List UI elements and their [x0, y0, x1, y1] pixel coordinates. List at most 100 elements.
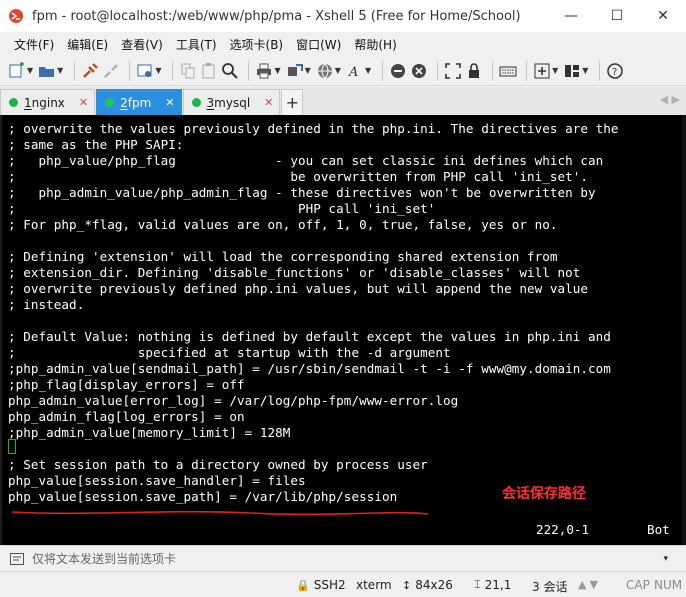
printer-icon	[257, 63, 272, 78]
terminal-type: xterm	[356, 578, 392, 592]
toolbar: ▼ ▼ ▼ ▼ ▼ ▼ A ▼ ▼ ▼ ?	[0, 56, 686, 86]
up-down-arrows-icon: ▲▼	[578, 578, 601, 591]
chevron-down-icon: ▼	[582, 66, 589, 75]
cursor-position: 222,0-1	[536, 522, 590, 537]
svg-text:A: A	[348, 65, 358, 80]
xftp-button[interactable]	[389, 60, 407, 82]
menu-bar: 文件(F) 编辑(E) 查看(V) 工具(T) 选项卡(B) 窗口(W) 帮助(…	[0, 32, 686, 56]
fullscreen-icon	[445, 62, 461, 79]
terminal-type-label: xterm	[356, 578, 392, 592]
scroll-state: Bot	[647, 522, 670, 537]
chevron-down-icon[interactable]: ▾	[663, 554, 668, 564]
svg-text:?: ?	[612, 67, 617, 78]
terminal-cursor	[8, 439, 16, 454]
terminal-line: ; same as the PHP SAPI:	[8, 137, 184, 152]
open-button[interactable]: ▼	[38, 60, 65, 82]
close-tab-icon[interactable]: ✕	[264, 96, 273, 109]
num-label: NUM	[654, 578, 683, 592]
toolbar-divider	[74, 60, 76, 81]
new-tab-button[interactable]: +	[281, 89, 304, 115]
close-window-button[interactable]: ✕	[640, 0, 686, 32]
disconnect-button[interactable]	[102, 60, 120, 82]
find-button[interactable]	[221, 60, 239, 82]
terminal-line: ; be overwritten from PHP call 'ini_set'…	[8, 169, 589, 184]
terminal-line: ; overwrite the values previously define…	[8, 121, 619, 136]
session-tab-bar: 1 nginx ✕ 2 fpm ✕ 3 mysql ✕ + ◀ ▶	[0, 87, 686, 115]
terminal-size: ↕ 84x26	[402, 578, 453, 592]
cursor-status: ⌶ 21,1	[474, 578, 511, 592]
toolbar-divider	[492, 60, 494, 81]
terminal-line: ;php_flag[display_errors] = off	[8, 377, 245, 392]
transfer-icon	[287, 63, 303, 76]
close-tab-icon[interactable]: ✕	[165, 96, 174, 109]
terminal-line: ; extension_dir. Defining 'disable_funct…	[8, 265, 581, 280]
menu-edit[interactable]: 编辑(E)	[67, 36, 108, 53]
close-tab-icon[interactable]: ✕	[79, 96, 88, 109]
compose-bar[interactable]: 仅将文本发送到当前选项卡 ▾	[0, 545, 686, 571]
add-compose-button[interactable]: ▼	[533, 60, 560, 82]
cursor-label: 21,1	[484, 578, 512, 592]
toolbar-divider	[599, 60, 601, 81]
menu-help[interactable]: 帮助(H)	[354, 36, 396, 53]
chevron-down-icon: ▼	[57, 66, 64, 75]
maximize-button[interactable]: ☐	[594, 0, 640, 32]
toolbar-divider	[437, 60, 439, 81]
xmanager-button[interactable]	[410, 60, 428, 82]
copy-button[interactable]	[179, 60, 197, 82]
chevron-down-icon: ▼	[364, 66, 372, 75]
terminal-screen[interactable]: ; overwrite the values previously define…	[0, 115, 686, 545]
keyboard-button[interactable]	[499, 60, 517, 82]
font-icon: A	[348, 65, 358, 80]
print-button[interactable]: ▼	[255, 60, 282, 82]
compose-input[interactable]: 仅将文本发送到当前选项卡	[32, 550, 176, 567]
terminal-line: ; Set session path to a directory owned …	[8, 457, 428, 472]
terminal-line: ; For php_*flag, valid values are on, of…	[8, 217, 558, 232]
menu-window[interactable]: 窗口(W)	[296, 36, 341, 53]
terminal-line: ;php_admin_value[memory_limit] = 128M	[8, 425, 291, 440]
tab-nginx[interactable]: 1 nginx ✕	[0, 89, 96, 115]
new-session-button[interactable]: ▼	[8, 60, 35, 82]
layout-button[interactable]: ▼	[563, 60, 590, 82]
connect-button[interactable]	[81, 60, 99, 82]
paste-button[interactable]	[200, 60, 218, 82]
protocol-status: 🔒 SSH2	[296, 578, 346, 592]
chevron-down-icon: ▼	[274, 66, 281, 75]
properties-icon	[137, 64, 152, 77]
tab-fpm[interactable]: 2 fpm ✕	[96, 89, 182, 115]
menu-tools[interactable]: 工具(T)	[176, 36, 217, 53]
disconnect-icon	[104, 63, 119, 78]
chevron-down-icon: ▼	[334, 66, 341, 75]
terminal-line: php_value[session.save_handler] = files	[8, 473, 306, 488]
chevron-down-icon: ▼	[304, 66, 311, 75]
compose-icon	[10, 552, 24, 565]
font-button[interactable]: A ▼	[346, 60, 373, 82]
terminal-line: ; overwrite previously defined php.ini v…	[8, 281, 589, 296]
properties-button[interactable]: ▼	[136, 60, 163, 82]
menu-tabs[interactable]: 选项卡(B)	[230, 36, 284, 53]
connect-icon	[83, 62, 99, 78]
connected-status-icon	[105, 98, 115, 107]
resize-icon: ↕	[402, 578, 412, 592]
session-count: 3 会话	[532, 578, 567, 595]
terminal-line: ; instead.	[8, 297, 85, 312]
fullscreen-button[interactable]	[444, 60, 462, 82]
minimize-button[interactable]: —	[548, 0, 594, 32]
window-title: fpm - root@localhost:/web/www/php/pma - …	[32, 8, 521, 24]
menu-file[interactable]: 文件(F)	[14, 36, 54, 53]
num-indicator: NUM	[654, 578, 682, 592]
tab-scroll-arrows-icon[interactable]: ◀ ▶	[660, 93, 680, 106]
caps-indicator: CAP	[626, 578, 650, 592]
globe-button[interactable]: ▼	[316, 60, 343, 82]
lock-icon	[469, 62, 480, 78]
lock-button[interactable]	[465, 60, 483, 82]
menu-view[interactable]: 查看(V)	[121, 36, 163, 53]
layout-icon	[565, 64, 580, 77]
terminal-scrollbar[interactable]	[682, 115, 686, 545]
tab-mysql[interactable]: 3 mysql ✕	[182, 89, 281, 115]
transfer-button[interactable]: ▼	[286, 60, 313, 82]
toolbar-divider	[526, 60, 528, 81]
terminal-line: ; PHP call 'ini_set'	[8, 201, 436, 216]
chevron-down-icon: ▼	[155, 66, 162, 75]
help-button[interactable]: ?	[606, 60, 624, 82]
terminal-line: php_value[session.save_path] = /var/lib/…	[8, 489, 398, 504]
